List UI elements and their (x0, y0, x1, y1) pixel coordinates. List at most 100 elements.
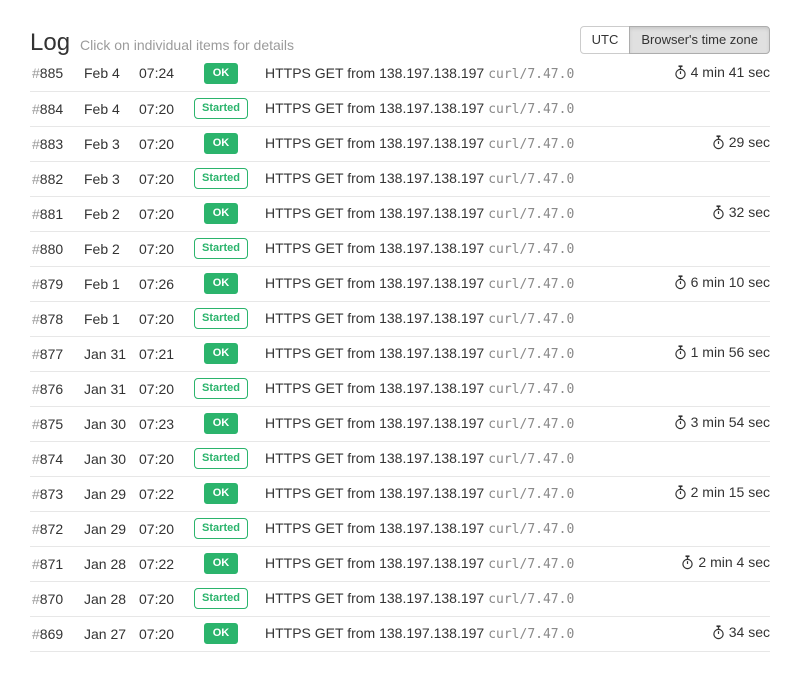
event-description-cell: HTTPS GET from 138.197.138.197curl/7.47.… (253, 441, 598, 476)
status-badge: Started (194, 588, 248, 609)
log-row[interactable]: #873 Jan 29 07:22 OK HTTPS GET from 138.… (30, 476, 770, 511)
duration-cell (598, 91, 770, 126)
event-id-cell: #876 (30, 371, 84, 406)
event-id-hash: # (32, 626, 40, 642)
stopwatch-icon (674, 485, 687, 500)
event-id-cell: #872 (30, 511, 84, 546)
event-id-number: 875 (40, 416, 63, 432)
event-id-hash: # (32, 276, 40, 292)
event-date: Jan 28 (84, 546, 139, 581)
status-badge: Started (194, 518, 248, 539)
duration-cell: 2 min 4 sec (598, 546, 770, 581)
status-badge: Started (194, 98, 248, 119)
event-description-cell: HTTPS GET from 138.197.138.197curl/7.47.… (253, 56, 598, 91)
user-agent-text: curl/7.47.0 (484, 382, 574, 397)
event-description-cell: HTTPS GET from 138.197.138.197curl/7.47.… (253, 581, 598, 616)
user-agent-text: curl/7.47.0 (484, 487, 574, 502)
status-badge: OK (204, 343, 239, 364)
event-id-number: 883 (40, 136, 63, 152)
status-badge: OK (204, 553, 239, 574)
event-time: 07:26 (139, 266, 189, 301)
page-header: Log Click on individual items for detail… (30, 0, 770, 56)
duration: 34 sec (712, 624, 770, 640)
log-row[interactable]: #878 Feb 1 07:20 Started HTTPS GET from … (30, 301, 770, 336)
event-description-cell: HTTPS GET from 138.197.138.197curl/7.47.… (253, 616, 598, 651)
log-row[interactable]: #871 Jan 28 07:22 OK HTTPS GET from 138.… (30, 546, 770, 581)
log-row[interactable]: #885 Feb 4 07:24 OK HTTPS GET from 138.1… (30, 56, 770, 91)
user-agent-text: curl/7.47.0 (484, 347, 574, 362)
event-description-cell: HTTPS GET from 138.197.138.197curl/7.47.… (253, 266, 598, 301)
log-table: #885 Feb 4 07:24 OK HTTPS GET from 138.1… (30, 56, 770, 652)
event-id-number: 872 (40, 521, 63, 537)
stopwatch-icon (712, 625, 725, 640)
utc-button[interactable]: UTC (580, 26, 631, 54)
log-row[interactable]: #872 Jan 29 07:20 Started HTTPS GET from… (30, 511, 770, 546)
status-badge: OK (204, 273, 239, 294)
request-text: HTTPS GET from 138.197.138.197 (265, 240, 484, 256)
event-id-cell: #871 (30, 546, 84, 581)
event-time: 07:20 (139, 231, 189, 266)
browser-timezone-button[interactable]: Browser's time zone (629, 26, 770, 54)
event-id-number: 871 (40, 556, 63, 572)
event-date: Feb 3 (84, 161, 139, 196)
log-row[interactable]: #874 Jan 30 07:20 Started HTTPS GET from… (30, 441, 770, 476)
log-row[interactable]: #884 Feb 4 07:20 Started HTTPS GET from … (30, 91, 770, 126)
log-row[interactable]: #876 Jan 31 07:20 Started HTTPS GET from… (30, 371, 770, 406)
log-row[interactable]: #883 Feb 3 07:20 OK HTTPS GET from 138.1… (30, 126, 770, 161)
log-row[interactable]: #882 Feb 3 07:20 Started HTTPS GET from … (30, 161, 770, 196)
event-date: Jan 31 (84, 336, 139, 371)
request-text: HTTPS GET from 138.197.138.197 (265, 275, 484, 291)
status-badge-cell: Started (189, 91, 253, 126)
duration: 2 min 15 sec (674, 484, 770, 500)
user-agent-text: curl/7.47.0 (484, 137, 574, 152)
log-row[interactable]: #875 Jan 30 07:23 OK HTTPS GET from 138.… (30, 406, 770, 441)
request-text: HTTPS GET from 138.197.138.197 (265, 520, 484, 536)
page-title: Log (30, 30, 70, 56)
log-row[interactable]: #880 Feb 2 07:20 Started HTTPS GET from … (30, 231, 770, 266)
stopwatch-icon (674, 345, 687, 360)
log-row[interactable]: #877 Jan 31 07:21 OK HTTPS GET from 138.… (30, 336, 770, 371)
event-date: Feb 2 (84, 196, 139, 231)
event-description-cell: HTTPS GET from 138.197.138.197curl/7.47.… (253, 511, 598, 546)
request-text: HTTPS GET from 138.197.138.197 (265, 380, 484, 396)
event-id-number: 882 (40, 171, 63, 187)
event-date: Jan 29 (84, 511, 139, 546)
event-id-cell: #875 (30, 406, 84, 441)
status-badge: Started (194, 238, 248, 259)
log-row[interactable]: #879 Feb 1 07:26 OK HTTPS GET from 138.1… (30, 266, 770, 301)
status-badge-cell: OK (189, 126, 253, 161)
user-agent-text: curl/7.47.0 (484, 627, 574, 642)
request-text: HTTPS GET from 138.197.138.197 (265, 65, 484, 81)
event-date: Jan 28 (84, 581, 139, 616)
event-time: 07:20 (139, 511, 189, 546)
stopwatch-icon (674, 415, 687, 430)
event-time: 07:22 (139, 546, 189, 581)
status-badge-cell: Started (189, 581, 253, 616)
event-description-cell: HTTPS GET from 138.197.138.197curl/7.47.… (253, 371, 598, 406)
user-agent-text: curl/7.47.0 (484, 312, 574, 327)
status-badge-cell: OK (189, 546, 253, 581)
log-row[interactable]: #870 Jan 28 07:20 Started HTTPS GET from… (30, 581, 770, 616)
event-id-number: 876 (40, 381, 63, 397)
log-row[interactable]: #881 Feb 2 07:20 OK HTTPS GET from 138.1… (30, 196, 770, 231)
event-id-number: 874 (40, 451, 63, 467)
event-date: Jan 30 (84, 406, 139, 441)
log-row[interactable]: #869 Jan 27 07:20 OK HTTPS GET from 138.… (30, 616, 770, 651)
user-agent-text: curl/7.47.0 (484, 557, 574, 572)
duration-text: 29 sec (729, 134, 770, 150)
event-id-cell: #881 (30, 196, 84, 231)
status-badge-cell: Started (189, 161, 253, 196)
event-date: Jan 30 (84, 441, 139, 476)
request-text: HTTPS GET from 138.197.138.197 (265, 415, 484, 431)
event-id-hash: # (32, 311, 40, 327)
duration: 4 min 41 sec (674, 64, 770, 80)
status-badge: OK (204, 203, 239, 224)
duration-text: 4 min 41 sec (691, 64, 770, 80)
user-agent-text: curl/7.47.0 (484, 67, 574, 82)
duration-text: 1 min 56 sec (691, 344, 770, 360)
event-id-cell: #884 (30, 91, 84, 126)
stopwatch-icon (712, 205, 725, 220)
status-badge-cell: Started (189, 301, 253, 336)
event-description-cell: HTTPS GET from 138.197.138.197curl/7.47.… (253, 196, 598, 231)
duration-text: 34 sec (729, 624, 770, 640)
